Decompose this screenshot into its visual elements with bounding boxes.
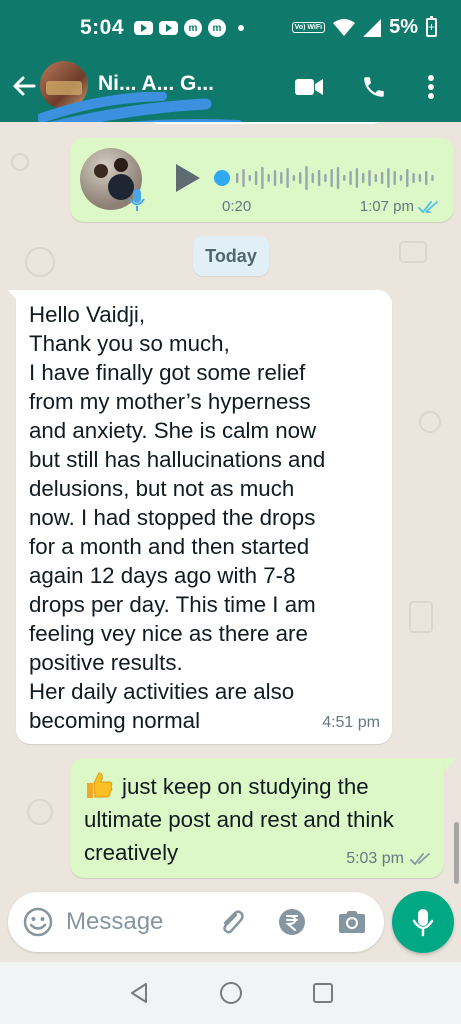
app-header: 5:04 m m Vo) WiFi 5% Ni... A... G... (0, 0, 461, 147)
waveform-bar (330, 169, 333, 187)
back-arrow-icon[interactable] (8, 70, 40, 102)
voice-waveform[interactable] (214, 162, 442, 194)
vowifi-icon: Vo) WiFi (291, 22, 326, 33)
message-time: 1:07 pm (359, 198, 414, 215)
waveform-bar (292, 175, 296, 181)
youtube-icon (134, 21, 153, 35)
delivered-ticks-icon (410, 853, 430, 866)
contact-avatar[interactable] (40, 61, 88, 109)
waveform-bar (267, 174, 270, 182)
camera-icon[interactable] (336, 906, 368, 938)
chat-toolbar: Ni... A... G... (0, 52, 461, 147)
message-input[interactable] (66, 902, 206, 942)
bubble-tail (444, 758, 456, 772)
waveform-bar (273, 170, 277, 186)
waveform-bar (425, 171, 428, 185)
more-vert-icon[interactable] (416, 72, 446, 102)
message-time: 5:03 pm (346, 850, 404, 867)
rupee-icon[interactable] (276, 906, 308, 938)
status-time: 5:04 (80, 16, 125, 39)
waveform-bar (406, 169, 409, 187)
waveform-bar (236, 173, 239, 183)
waveform-bar (343, 175, 346, 181)
nav-recents-icon[interactable] (308, 978, 338, 1008)
message-text: Hello Vaidji, Thank you so much, I have … (29, 302, 326, 733)
signal-icon (363, 18, 382, 37)
waveform-bar (368, 170, 371, 186)
phone-icon[interactable] (359, 72, 389, 102)
waveform-bar (254, 171, 258, 185)
waveform-bar (349, 171, 352, 185)
waveform-bar (431, 175, 434, 181)
waveform-bar (286, 168, 289, 188)
waveform-bar (317, 170, 321, 186)
waveform-bar (336, 167, 340, 189)
waveform-bar (299, 172, 302, 184)
waveform-bar (261, 167, 264, 189)
youtube-icon (159, 21, 178, 35)
battery-percent: 5% (389, 16, 418, 38)
waveform-bar (280, 172, 283, 184)
mic-button[interactable] (392, 891, 454, 953)
nav-back-icon[interactable] (124, 978, 154, 1008)
m-icon: m (184, 19, 202, 37)
system-nav-bar (0, 962, 461, 1024)
outgoing-message[interactable]: just keep on studying the ultimate post … (70, 758, 444, 878)
waveform-bar (355, 168, 359, 188)
mic-icon (412, 909, 434, 937)
nav-home-icon[interactable] (216, 978, 246, 1008)
waveform-bar (399, 175, 403, 181)
wifi-icon (333, 18, 356, 36)
waveform-bar (412, 173, 415, 183)
battery-charging-icon (426, 16, 437, 37)
attach-icon[interactable] (216, 906, 248, 938)
chat-area[interactable]: 0:20 1:07 pm Today Hello Vaidji, Thank y… (0, 122, 461, 892)
read-ticks-icon (418, 201, 438, 214)
waveform-bar (324, 174, 327, 182)
message-composer (8, 892, 384, 952)
waveform-bar (418, 174, 422, 182)
waveform-bar (248, 175, 251, 181)
voice-duration: 0:20 (222, 198, 252, 215)
voice-note-message[interactable]: 0:20 1:07 pm (70, 138, 454, 222)
waveform-bar (387, 168, 390, 188)
scrollbar[interactable] (454, 822, 459, 884)
previous-message-bubble (146, 122, 386, 124)
incoming-message[interactable]: Hello Vaidji, Thank you so much, I have … (16, 290, 392, 744)
date-chip: Today (193, 236, 269, 276)
waveform-bar (242, 169, 245, 187)
play-icon[interactable] (174, 162, 202, 194)
contact-name[interactable]: Ni... A... G... (98, 72, 273, 96)
waveform-bar (362, 173, 365, 183)
thumbs-up-emoji-icon (87, 772, 113, 798)
waveform-bar (380, 172, 384, 184)
system-icons: Vo) WiFi 5% (291, 16, 437, 39)
mic-badge-icon (129, 189, 145, 211)
waveform-bar (374, 174, 377, 182)
m-icon: m (208, 19, 226, 37)
notification-icons: m m (134, 19, 244, 37)
emoji-icon[interactable] (22, 906, 54, 938)
status-bar: 5:04 m m Vo) WiFi 5% (0, 0, 461, 52)
message-time: 4:51 pm (322, 714, 380, 731)
waveform-bar (311, 173, 314, 183)
waveform-bar (393, 171, 396, 185)
video-call-icon[interactable] (294, 72, 324, 102)
more-notifications-dot-icon (238, 25, 244, 31)
waveform-bar (305, 166, 308, 190)
